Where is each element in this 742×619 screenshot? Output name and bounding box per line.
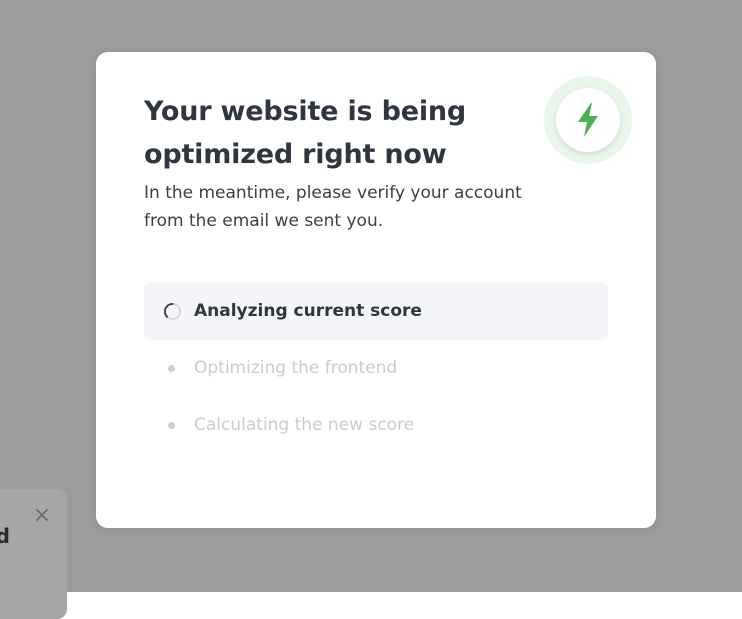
step-optimizing: Optimizing the frontend [144, 340, 608, 397]
spinner-icon [163, 302, 182, 321]
badge-circle [556, 88, 620, 152]
step-label: Calculating the new score [194, 415, 415, 435]
step-calculating: Calculating the new score [144, 397, 608, 454]
optimization-modal: Your website is being optimized right no… [96, 52, 656, 528]
step-label: Analyzing current score [194, 301, 422, 321]
close-icon[interactable]: × [32, 505, 52, 527]
badge [544, 76, 632, 164]
step-label: Optimizing the frontend [194, 358, 398, 378]
step-analyzing: Analyzing current score [144, 283, 608, 340]
progress-steps: Analyzing current score Optimizing the f… [144, 283, 608, 454]
background-toast-text: d [0, 524, 10, 548]
modal-title: Your website is being optimized right no… [144, 96, 467, 170]
dot-icon [168, 365, 175, 372]
lightning-bolt-icon [578, 103, 598, 137]
modal-subtitle: In the meantime, please verify your acco… [144, 183, 522, 231]
dot-icon [168, 422, 175, 429]
